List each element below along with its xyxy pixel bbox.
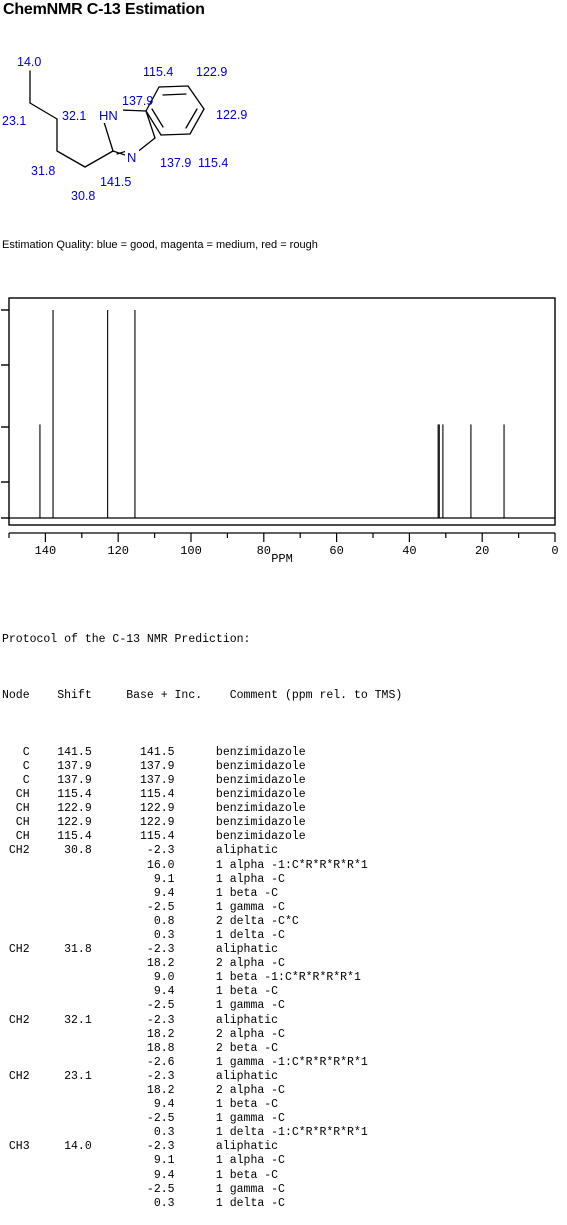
x-axis-tick-label: 120 <box>107 544 129 558</box>
shift-label-137-9-c7a: 137.9 <box>160 156 191 170</box>
page-title: ChemNMR C-13 Estimation <box>3 1 205 18</box>
atom-label-n: N <box>127 150 136 165</box>
shift-label-122-9-right: 122.9 <box>216 108 247 122</box>
x-axis-tick-label: 140 <box>35 544 57 558</box>
shift-label-23-1: 23.1 <box>2 114 26 128</box>
shift-label-31-8: 31.8 <box>31 164 55 178</box>
protocol-heading: Protocol of the C-13 NMR Prediction: <box>2 633 251 647</box>
shift-label-30-8: 30.8 <box>71 189 95 203</box>
structure-shift-labels: 14.0 23.1 32.1 31.8 30.8 141.5 137.9 137… <box>2 55 247 203</box>
estimation-quality-legend: Estimation Quality: blue = good, magenta… <box>2 239 318 251</box>
shift-label-141-5: 141.5 <box>100 175 131 189</box>
spectrum-peak-group <box>39 310 505 518</box>
shift-label-14-0: 14.0 <box>17 55 41 69</box>
x-axis-tick-label: 80 <box>257 544 271 558</box>
x-axis-tick-labels: 140 120 100 80 60 40 20 0 <box>35 544 559 558</box>
protocol-table-body: C 141.5 141.5 benzimidazole C 137.9 137.… <box>8 745 368 1210</box>
shift-label-115-4-bottom: 115.4 <box>198 156 228 170</box>
shift-label-137-9-c3a: 137.9 <box>122 94 153 108</box>
protocol-column-headers: Node Shift Base + Inc. Comment (ppm rel.… <box>2 689 403 703</box>
y-axis-ticks <box>1 309 9 519</box>
shift-label-122-9-top: 122.9 <box>196 65 227 79</box>
x-axis-ticks <box>8 533 556 542</box>
atom-label-hn: HN <box>99 108 118 123</box>
spectrum-plot-frame <box>8 297 556 526</box>
nmr-spectrum: 140 120 100 80 60 40 20 0 PPM <box>0 290 567 565</box>
x-axis-tick-label: 0 <box>551 544 558 558</box>
x-axis-tick-label: 100 <box>180 544 202 558</box>
shift-label-32-1: 32.1 <box>62 109 86 123</box>
x-axis-tick-label: 40 <box>402 544 416 558</box>
shift-label-115-4-top: 115.4 <box>143 65 173 79</box>
x-axis-title: PPM <box>271 552 293 565</box>
protocol-section: Protocol of the C-13 NMR Prediction: Nod… <box>2 605 565 1225</box>
x-axis-tick-label: 20 <box>475 544 489 558</box>
x-axis-tick-label: 60 <box>329 544 343 558</box>
molecular-structure-diagram: HN N 14.0 23.1 32.1 31.8 30.8 141.5 137.… <box>0 38 300 213</box>
